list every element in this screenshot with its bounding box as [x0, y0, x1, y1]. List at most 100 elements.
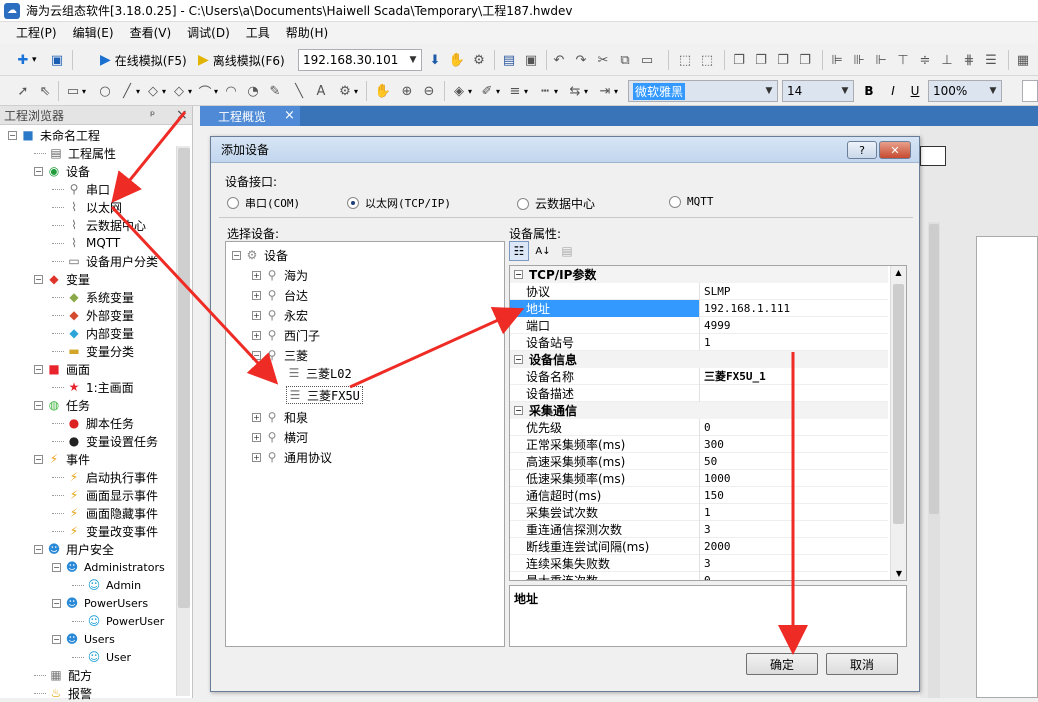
text-tool[interactable]: A — [312, 80, 330, 102]
menu-debug[interactable]: 调试(D) — [179, 22, 238, 44]
line-color-button[interactable]: ✐ ▾ — [478, 80, 500, 102]
expand-icon[interactable]: + — [252, 270, 261, 280]
menu-tools[interactable]: 工具 — [238, 22, 278, 44]
canvas-scrollbar[interactable] — [928, 222, 940, 698]
property-value[interactable]: 150 — [700, 489, 724, 502]
tree-poweruser[interactable]: ☺ PowerUser — [72, 612, 164, 630]
collapse-icon[interactable]: − — [52, 634, 61, 644]
undo-button[interactable]: ↶ — [550, 49, 568, 71]
property-value[interactable]: 三菱FX5U_1 — [700, 368, 766, 384]
arrow-end-button[interactable]: ⇥ ▾ — [596, 80, 618, 102]
save-button[interactable]: ▣ — [48, 49, 66, 71]
expand-icon[interactable]: + — [252, 452, 261, 462]
underline-button[interactable]: U — [906, 80, 924, 102]
curve-tool[interactable]: ⌒ ▾ — [196, 80, 218, 102]
line-width-button[interactable]: ≡ ▾ — [506, 80, 528, 102]
help-button[interactable]: ? — [847, 141, 877, 159]
property-row[interactable]: 优先级 0 — [510, 418, 888, 436]
rect-tool[interactable]: ▭ ▾ — [64, 80, 86, 102]
scroll-down-icon[interactable]: ▼ — [891, 569, 906, 578]
collapse-icon[interactable]: − — [34, 544, 43, 554]
menu-help[interactable]: 帮助(H) — [278, 22, 336, 44]
expand-icon[interactable]: + — [252, 412, 261, 422]
expand-icon[interactable]: + — [252, 432, 261, 442]
device-mitsubishi[interactable]: − ⚲ 三菱 — [252, 346, 308, 364]
monitor-button[interactable]: ▤ — [500, 49, 518, 71]
tree-var-category[interactable]: ▬ 变量分类 — [52, 342, 134, 360]
property-value[interactable]: 0 — [700, 421, 711, 434]
align-right-button[interactable]: ⊩ — [872, 49, 890, 71]
property-row[interactable]: 设备站号 1 — [510, 333, 888, 351]
tree-hide-event[interactable]: ⚡ 画面隐藏事件 — [52, 504, 158, 522]
tree-users[interactable]: − ☻ Users — [52, 630, 115, 648]
property-row[interactable]: 协议 SLMP — [510, 282, 888, 300]
collapse-icon[interactable]: − — [52, 562, 61, 572]
zoom-in-button[interactable]: ⊕ — [398, 80, 416, 102]
categorized-button[interactable]: ☷ — [509, 241, 529, 261]
device-item-fx5u[interactable]: ☰ 三菱FX5U — [286, 386, 363, 404]
offline-sim-button[interactable]: ▶ 离线模拟(F6) — [198, 49, 285, 71]
add-button[interactable]: ✚ ▾ — [14, 49, 37, 71]
font-size-select[interactable]: 14 ▼ — [782, 80, 854, 102]
property-row[interactable]: 通信超时(ms) 150 — [510, 486, 888, 504]
tree-varset-task[interactable]: ● 变量设置任务 — [52, 432, 158, 450]
collapse-icon[interactable]: − — [34, 400, 43, 410]
property-row[interactable]: 最大重连次数 0 — [510, 571, 888, 581]
extra-select[interactable] — [1022, 80, 1038, 102]
cut-button[interactable]: ✂ — [594, 49, 612, 71]
upload-button[interactable]: ✋ — [448, 49, 466, 71]
group-button[interactable]: ⬚ — [676, 49, 694, 71]
copy-button[interactable]: ⧉ — [616, 49, 634, 71]
property-scrollbar[interactable]: ▲ ▼ — [890, 266, 906, 580]
radio-mqtt[interactable]: MQTT — [669, 195, 714, 208]
menu-view[interactable]: 查看(V) — [122, 22, 180, 44]
collapse-icon[interactable]: − — [34, 454, 43, 464]
close-dialog-button[interactable]: ✕ — [879, 141, 911, 159]
tree-device-category[interactable]: ▭ 设备用户分类 — [52, 252, 158, 270]
close-panel-button[interactable]: × — [176, 107, 188, 123]
tree-cloud[interactable]: ⌇ 云数据中心 — [52, 216, 146, 234]
tree-screens[interactable]: − ■ 画面 — [34, 360, 90, 378]
device-haiwell[interactable]: + ⚲ 海为 — [252, 266, 308, 284]
tree-startup-event[interactable]: ⚡ 启动执行事件 — [52, 468, 158, 486]
tree-admins[interactable]: − ☻ Administrators — [52, 558, 165, 576]
pie-tool[interactable]: ◔ — [244, 80, 262, 102]
property-value[interactable]: 1 — [700, 336, 711, 349]
device-item-l02[interactable]: ☰ 三菱L02 — [286, 364, 352, 382]
forward-button[interactable]: ❐ — [774, 49, 792, 71]
device-izumi[interactable]: + ⚲ 和泉 — [252, 408, 308, 426]
download-button[interactable]: ⬇ — [426, 49, 444, 71]
bold-button[interactable]: B — [860, 80, 878, 102]
property-row[interactable]: 连续采集失败数 3 — [510, 554, 888, 572]
tree-powerusers[interactable]: − ☻ PowerUsers — [52, 594, 148, 612]
collapse-icon[interactable]: − — [52, 598, 61, 608]
property-value[interactable]: 3 — [700, 557, 711, 570]
online-sim-button[interactable]: ▶ 在线模拟(F5) — [100, 49, 187, 71]
align-middle-button[interactable]: ≑ — [916, 49, 934, 71]
menu-edit[interactable]: 编辑(E) — [65, 22, 122, 44]
paste-button[interactable]: ▭ — [638, 49, 656, 71]
scroll-thumb[interactable] — [893, 284, 904, 524]
property-value[interactable]: 0 — [700, 574, 711, 581]
property-row[interactable]: 断线重连尝试间隔(ms) 2000 — [510, 537, 888, 555]
property-row[interactable]: 设备描述 — [510, 384, 888, 402]
property-value[interactable]: 1 — [700, 506, 711, 519]
category-acquisition[interactable]: − 采集通信 — [510, 402, 888, 419]
tree-events[interactable]: − ⚡ 事件 — [34, 450, 90, 468]
device-fatek[interactable]: + ⚲ 永宏 — [252, 306, 308, 324]
device-siemens[interactable]: + ⚲ 西门子 — [252, 326, 320, 344]
device-generic[interactable]: + ⚲ 通用协议 — [252, 448, 332, 466]
property-value[interactable]: 50 — [700, 455, 717, 468]
property-value[interactable]: 300 — [700, 438, 724, 451]
pipe-tool[interactable]: ╲ — [290, 80, 308, 102]
arrow-style-button[interactable]: ⇆ ▾ — [566, 80, 588, 102]
gear-tool[interactable]: ⚙ ▾ — [336, 80, 358, 102]
shape-tool[interactable]: ◇ ▾ — [170, 80, 192, 102]
pointer-tool[interactable]: ➚ — [14, 80, 32, 102]
fill-color-button[interactable]: ◈ ▾ — [450, 80, 472, 102]
device-delta[interactable]: + ⚲ 台达 — [252, 286, 308, 304]
tree-mqtt[interactable]: ⌇ MQTT — [52, 234, 120, 252]
property-row[interactable]: 设备名称 三菱FX5U_1 — [510, 367, 888, 385]
menu-project[interactable]: 工程(P) — [8, 22, 65, 44]
collapse-icon[interactable]: − — [8, 130, 17, 140]
